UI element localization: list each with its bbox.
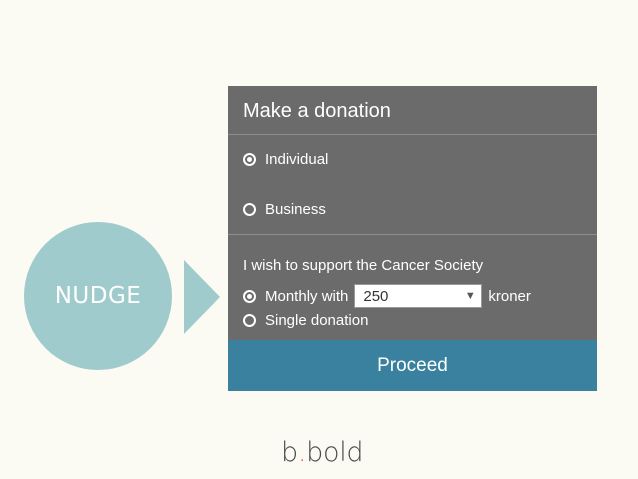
radio-unchecked-icon[interactable] — [243, 203, 256, 216]
nudge-circle: NUDGE — [24, 222, 172, 370]
radio-individual[interactable]: Individual — [243, 151, 328, 168]
radio-checked-icon[interactable] — [243, 289, 256, 303]
logo-part1: b — [281, 437, 298, 468]
support-text: I wish to support the Cancer Society — [243, 257, 484, 274]
nudge-label: NUDGE — [54, 283, 142, 309]
amount-unit: kroner — [488, 287, 531, 305]
form-title: Make a donation — [243, 100, 391, 122]
logo-part2: bold — [306, 437, 364, 468]
radio-single-label: Single donation — [265, 312, 369, 329]
divider — [228, 134, 597, 135]
bbold-logo: b.bold — [281, 437, 364, 468]
amount-select[interactable]: 250 ▼ — [354, 284, 483, 308]
triangle-down-icon[interactable]: ▼ — [459, 285, 481, 307]
donation-form: Make a donation Individual Business I wi… — [228, 86, 597, 391]
divider — [228, 234, 597, 235]
radio-individual-label: Individual — [265, 151, 329, 168]
radio-checked-icon[interactable] — [243, 153, 256, 166]
radio-monthly[interactable]: Monthly with 250 ▼ kroner — [243, 284, 531, 308]
radio-single[interactable]: Single donation — [243, 312, 368, 329]
logo-dot: . — [297, 437, 307, 468]
radio-business-label: Business — [265, 201, 326, 218]
radio-monthly-label: Monthly with — [265, 287, 349, 305]
nudge-arrow-icon — [184, 260, 220, 334]
proceed-button[interactable]: Proceed — [228, 340, 597, 391]
radio-unchecked-icon[interactable] — [243, 314, 256, 327]
radio-business[interactable]: Business — [243, 201, 326, 218]
amount-value: 250 — [363, 288, 389, 305]
